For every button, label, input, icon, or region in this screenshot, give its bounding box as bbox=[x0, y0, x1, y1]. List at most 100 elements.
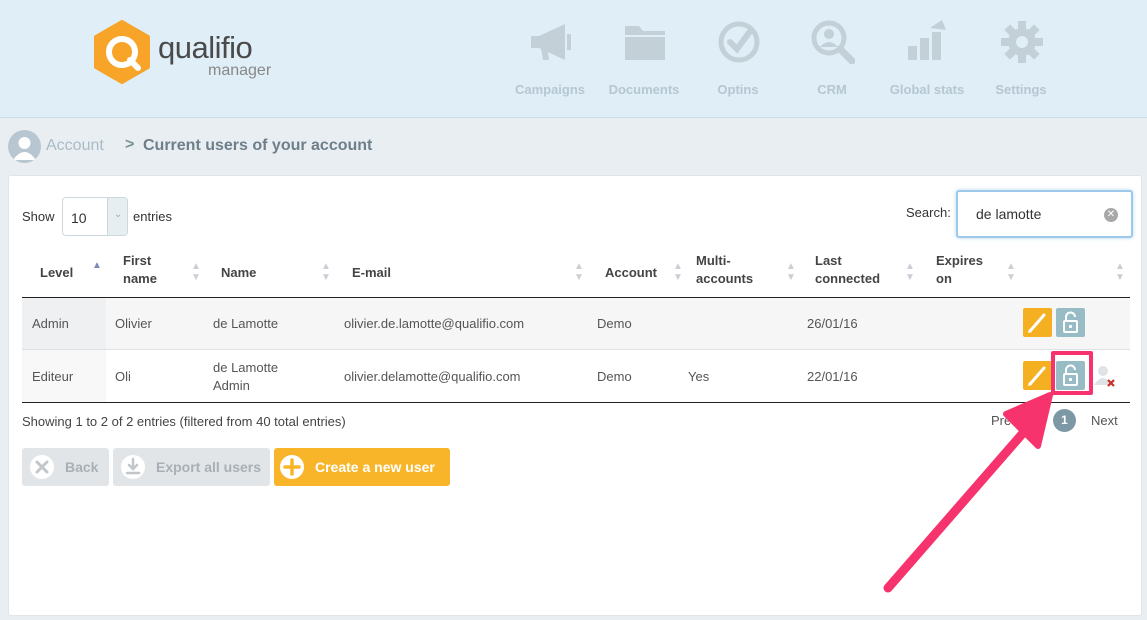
nav-label: CRM bbox=[817, 82, 847, 97]
folder-icon bbox=[625, 26, 665, 60]
sort-icon: ▲ ▼ bbox=[321, 261, 331, 283]
cell-account: Demo bbox=[597, 316, 632, 331]
app-header: qualifio manager Campaigns Documents Opt… bbox=[0, 0, 1147, 118]
brush-icon bbox=[1028, 313, 1046, 333]
remove-user-icon bbox=[1094, 366, 1115, 387]
search-input[interactable] bbox=[976, 206, 1096, 222]
nav-optins[interactable]: Optins bbox=[693, 0, 783, 118]
nav-label: Campaigns bbox=[514, 82, 586, 97]
breadcrumb: Account > Current users of your account bbox=[8, 128, 608, 163]
chevron-down-icon: ⌄ bbox=[107, 198, 127, 235]
cell-name-line2: Admin bbox=[213, 378, 250, 393]
nav-label: Settings bbox=[995, 82, 1047, 97]
cell-name: de Lamotte bbox=[213, 316, 279, 331]
table-row: Admin Olivier de Lamotte olivier.de.lamo… bbox=[22, 298, 1130, 349]
column-header-email[interactable]: E-mail ▲ ▼ bbox=[352, 252, 592, 297]
cell-level: Editeur bbox=[32, 369, 74, 384]
nav-campaigns[interactable]: Campaigns bbox=[505, 0, 595, 118]
column-header-account[interactable]: Account ▲ ▼ bbox=[605, 252, 685, 297]
page-title: Current users of your account bbox=[143, 137, 373, 154]
brand-subtitle: manager bbox=[208, 62, 272, 79]
nav-documents[interactable]: Documents bbox=[599, 0, 689, 118]
cell-multi-accounts: Yes bbox=[688, 369, 710, 384]
annotation-arrow-icon bbox=[883, 392, 1053, 593]
bar-chart-icon bbox=[908, 20, 946, 60]
column-header-last-connected[interactable]: Last connected ▲ ▼ bbox=[815, 252, 925, 297]
cell-email: olivier.delamotte@qualifio.com bbox=[344, 369, 521, 384]
breadcrumb-separator: > bbox=[125, 136, 135, 153]
check-circle-icon bbox=[718, 21, 760, 63]
create-button-label: Create a new user bbox=[315, 459, 435, 475]
column-title: Name bbox=[221, 265, 257, 280]
search-box[interactable]: ✕ bbox=[956, 190, 1133, 238]
nav-label: Global stats bbox=[889, 82, 965, 97]
clear-search-icon[interactable]: ✕ bbox=[1104, 208, 1118, 222]
nav-crm[interactable]: CRM bbox=[787, 0, 877, 118]
sort-asc-icon: ▲ bbox=[92, 260, 102, 271]
show-label: Show bbox=[22, 209, 55, 224]
nav-global-stats[interactable]: Global stats bbox=[882, 0, 972, 118]
cell-name: de Lamotte bbox=[213, 360, 279, 375]
column-header-multi-accounts[interactable]: Multi- accounts ▲ ▼ bbox=[696, 252, 801, 297]
export-button-label: Export all users bbox=[156, 459, 262, 475]
table-info: Showing 1 to 2 of 2 entries (filtered fr… bbox=[22, 414, 346, 429]
column-header-first-name[interactable]: First name ▲ ▼ bbox=[123, 252, 203, 297]
delete-user-button[interactable] bbox=[1092, 363, 1118, 389]
qualifio-logo-icon bbox=[94, 20, 150, 84]
column-title-line2: on bbox=[936, 271, 952, 286]
close-icon bbox=[30, 455, 54, 479]
column-title-line2: accounts bbox=[696, 271, 754, 286]
search-user-icon bbox=[811, 20, 855, 64]
column-title: Multi- bbox=[696, 253, 731, 268]
qualifio-logo[interactable]: qualifio manager bbox=[92, 20, 292, 84]
cell-first-name: Olivier bbox=[115, 316, 152, 331]
sort-icon: ▲ ▼ bbox=[905, 261, 915, 283]
edit-user-button[interactable] bbox=[1023, 308, 1052, 337]
column-title: Last bbox=[815, 253, 842, 268]
column-header-level[interactable]: Level ▲ bbox=[40, 252, 110, 297]
cell-first-name: Oli bbox=[115, 369, 131, 384]
sort-icon: ▲ ▼ bbox=[673, 261, 683, 283]
entries-label: entries bbox=[133, 209, 173, 224]
cell-last-connected: 26/01/16 bbox=[807, 316, 858, 331]
sort-icon: ▲ ▼ bbox=[574, 261, 584, 283]
gear-icon bbox=[1001, 21, 1043, 63]
create-new-user-button[interactable]: Create a new user bbox=[274, 448, 450, 486]
cell-level: Admin bbox=[32, 316, 69, 331]
column-title: Level bbox=[40, 265, 74, 280]
page-size-select[interactable]: 10 ⌄ bbox=[62, 197, 128, 236]
unlock-user-button[interactable] bbox=[1056, 308, 1085, 337]
brand-name: qualifio bbox=[158, 30, 253, 65]
column-title: First bbox=[123, 253, 152, 268]
column-title-line2: name bbox=[123, 271, 157, 286]
megaphone-icon bbox=[531, 24, 571, 60]
column-header-name[interactable]: Name ▲ ▼ bbox=[221, 252, 331, 297]
export-all-users-button[interactable]: Export all users bbox=[113, 448, 270, 486]
cell-email: olivier.de.lamotte@qualifio.com bbox=[344, 316, 525, 331]
column-title: E-mail bbox=[352, 265, 392, 280]
pagination-next[interactable]: Next bbox=[1091, 413, 1118, 428]
sort-icon: ▲ ▼ bbox=[191, 261, 201, 283]
back-button-label: Back bbox=[65, 459, 99, 475]
column-header-actions[interactable]: ▲ ▼ bbox=[1109, 252, 1129, 297]
user-avatar-icon bbox=[8, 130, 41, 163]
plus-icon bbox=[280, 455, 304, 479]
cell-last-connected: 22/01/16 bbox=[807, 369, 858, 384]
page-size-value: 10 bbox=[71, 210, 87, 226]
download-icon bbox=[121, 455, 145, 479]
column-title: Expires bbox=[936, 253, 983, 268]
nav-settings[interactable]: Settings bbox=[976, 0, 1066, 118]
search-label: Search: bbox=[906, 205, 951, 220]
sort-icon: ▲ ▼ bbox=[1115, 261, 1125, 283]
nav-label: Documents bbox=[608, 82, 680, 97]
sort-icon: ▲ ▼ bbox=[1006, 261, 1016, 283]
back-button[interactable]: Back bbox=[22, 448, 109, 486]
column-title: Account bbox=[605, 265, 657, 280]
breadcrumb-account-link[interactable]: Account bbox=[46, 137, 104, 155]
column-header-expires-on[interactable]: Expires on ▲ ▼ bbox=[936, 252, 1016, 297]
column-title-line2: connected bbox=[815, 271, 881, 286]
sort-icon: ▲ ▼ bbox=[786, 261, 796, 283]
nav-label: Optins bbox=[717, 82, 759, 97]
cell-account: Demo bbox=[597, 369, 632, 384]
unlock-icon bbox=[1063, 311, 1078, 333]
